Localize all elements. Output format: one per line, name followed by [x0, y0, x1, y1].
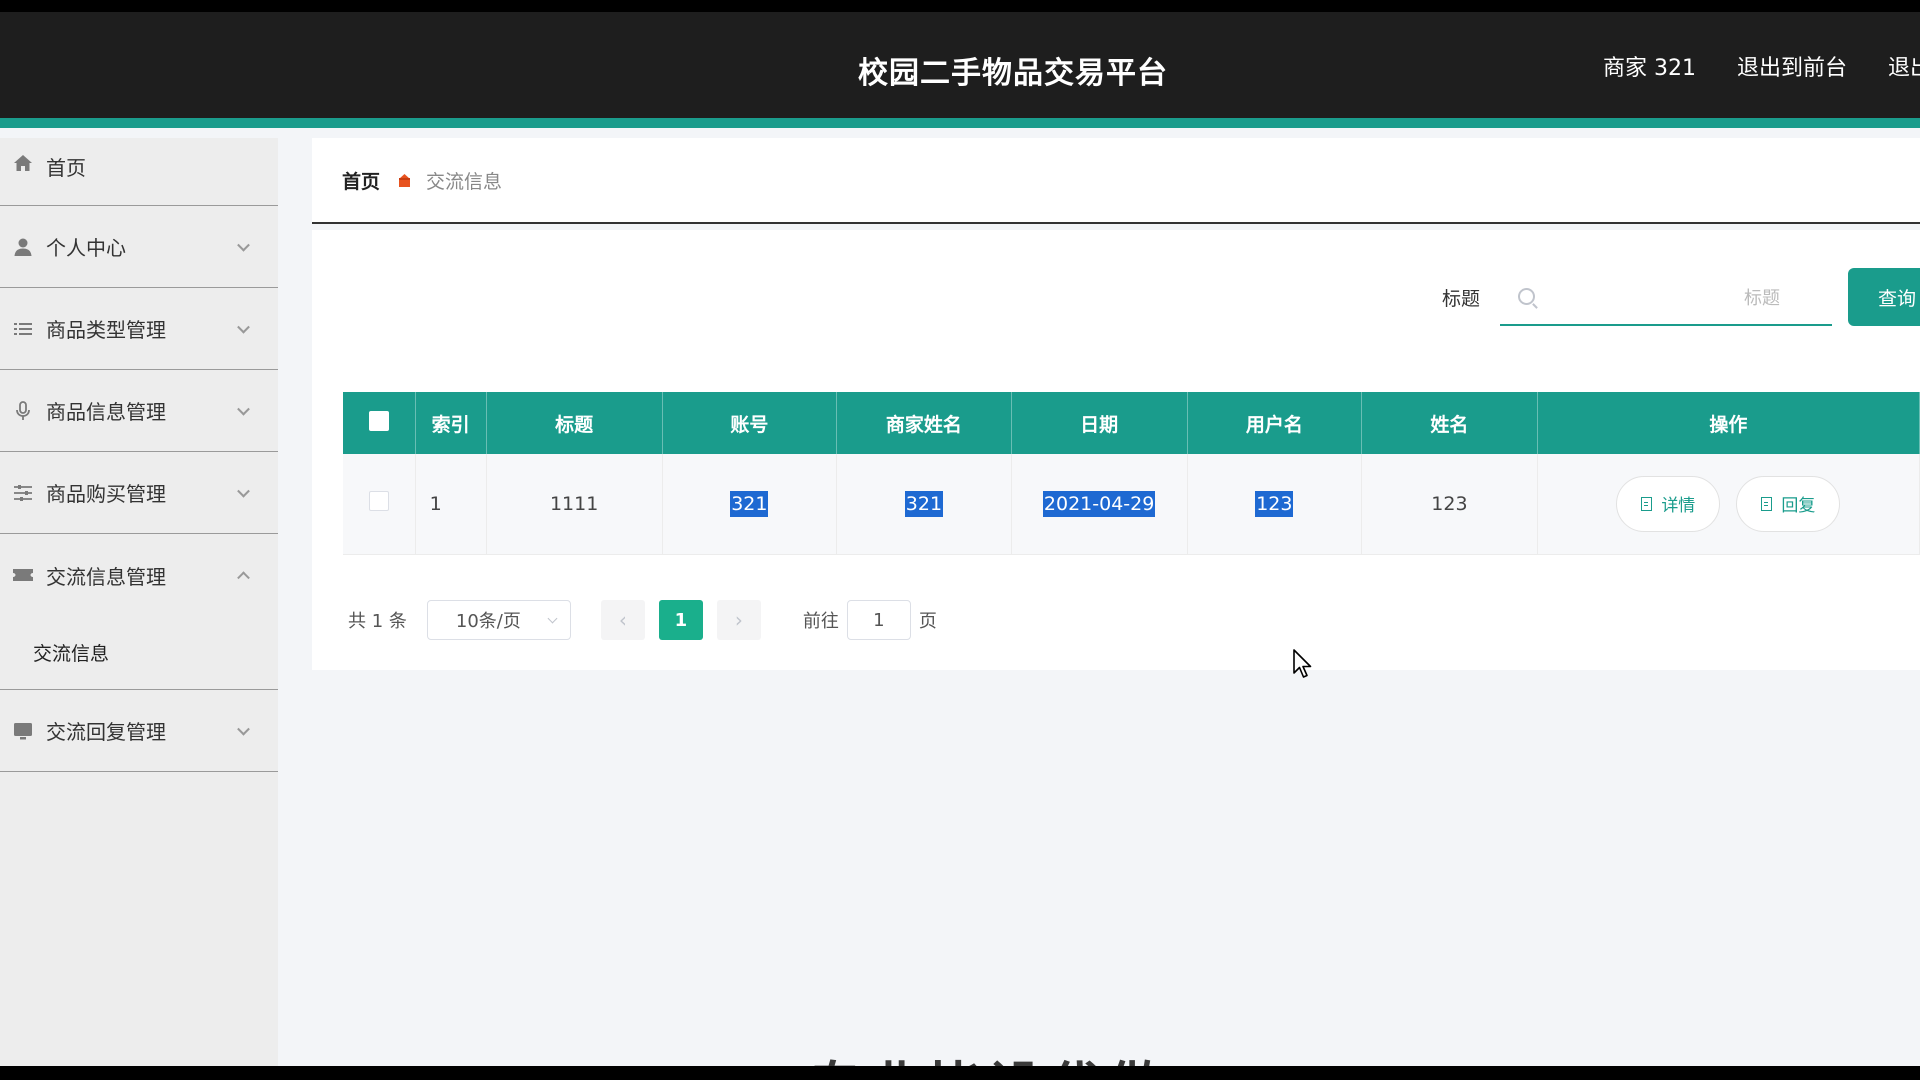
chevron-down-icon	[547, 613, 558, 624]
query-button[interactable]: 查询	[1848, 268, 1920, 326]
chevron-left-icon: ‹	[618, 608, 627, 632]
sidebar-subitem-message-info[interactable]: 交流信息	[0, 616, 278, 690]
select-all-cell	[343, 392, 416, 454]
goto-page-input[interactable]	[846, 600, 911, 640]
current-user-label: 商家 321	[1602, 56, 1696, 81]
table-row: 1 1111 321 321 2021-04-29 123 123 详情 回复	[343, 454, 1920, 555]
sidebar-item-personal-center[interactable]: 个人中心	[0, 206, 278, 288]
goto-unit: 页	[918, 611, 937, 632]
prev-page-button[interactable]: ‹	[600, 600, 645, 640]
breadcrumb: 首页 交流信息	[312, 138, 1920, 224]
sidebar-item-message-management[interactable]: 交流信息管理	[0, 534, 278, 616]
row-select-cell	[343, 454, 416, 555]
selected-text: 2021-04-29	[1042, 490, 1156, 517]
search-label: 标题	[1442, 288, 1481, 310]
page-number-button[interactable]: 1	[658, 600, 703, 640]
sidebar-item-goods-type[interactable]: 商品类型管理	[0, 288, 278, 370]
monitor-icon	[12, 720, 34, 742]
home-icon	[12, 152, 34, 174]
cell-date: 2021-04-29	[1011, 454, 1188, 555]
exit-to-frontend-link[interactable]: 退出到前台	[1737, 56, 1847, 81]
reply-button[interactable]: 回复	[1736, 475, 1841, 532]
cell-actions: 详情 回复	[1537, 454, 1920, 555]
selected-text: 321	[904, 490, 944, 517]
cell-title: 1111	[486, 454, 663, 555]
detail-label: 详情	[1661, 496, 1696, 517]
reply-label: 回复	[1781, 496, 1816, 517]
search-input[interactable]	[1550, 280, 1810, 316]
sidebar-item-reply-management[interactable]: 交流回复管理	[0, 690, 278, 772]
selected-text: 321	[730, 490, 769, 517]
document-icon	[1761, 496, 1773, 511]
search-field	[1500, 270, 1832, 326]
page-size-value: 10条/页	[455, 611, 521, 632]
list-icon	[12, 318, 34, 340]
user-info: 商家 321 退出到前台 退出	[1603, 50, 1920, 82]
sidebar-item-label: 交流回复管理	[46, 720, 166, 744]
header-accent-bar	[0, 118, 1920, 128]
chevron-down-icon	[237, 402, 250, 416]
table-header-row: 索引 标题 账号 商家姓名 日期 用户名 姓名 操作	[343, 392, 1920, 454]
mic-icon	[12, 400, 34, 422]
column-header[interactable]: 日期	[1011, 392, 1188, 454]
cell-name: 123	[1361, 454, 1538, 555]
column-header[interactable]: 索引	[415, 392, 487, 454]
select-all-checkbox[interactable]	[368, 410, 389, 431]
sliders-icon	[12, 482, 34, 504]
column-header[interactable]: 用户名	[1187, 392, 1363, 454]
sidebar-item-goods-info[interactable]: 商品信息管理	[0, 370, 278, 452]
chevron-down-icon	[237, 320, 250, 334]
logout-link[interactable]: 退出	[1888, 56, 1920, 81]
pagination-total: 共 1 条	[348, 611, 407, 632]
document-icon	[1641, 496, 1653, 511]
sidebar-item-label: 商品类型管理	[46, 318, 166, 342]
cell-merchant-name: 321	[836, 454, 1012, 555]
row-checkbox[interactable]	[368, 491, 389, 512]
watermark-text: 专业毕设代做	[808, 1043, 1168, 1066]
message-table: 索引 标题 账号 商家姓名 日期 用户名 姓名 操作 1 1111 321 32…	[343, 392, 1920, 555]
chevron-down-icon	[237, 484, 250, 498]
search-icon	[1518, 288, 1535, 305]
mouse-cursor-icon	[1293, 649, 1312, 678]
chevron-down-icon	[237, 722, 250, 736]
breadcrumb-separator-icon	[396, 172, 412, 188]
sidebar-item-goods-purchase[interactable]: 商品购买管理	[0, 452, 278, 534]
detail-button[interactable]: 详情	[1616, 475, 1721, 532]
breadcrumb-home[interactable]: 首页	[342, 167, 380, 194]
selected-text: 123	[1255, 490, 1294, 517]
chevron-up-icon	[237, 571, 250, 585]
chevron-right-icon: ›	[734, 608, 743, 632]
main-content: 标题 查询 索引 标题 账号 商家姓名 日期 用户名 姓名 操作	[312, 230, 1920, 670]
sidebar-item-label: 首页	[46, 156, 86, 180]
cell-index: 1	[415, 454, 487, 555]
cell-username: 123	[1187, 454, 1363, 555]
sidebar-item-home[interactable]: 首页	[0, 138, 278, 206]
column-header: 操作	[1537, 392, 1920, 454]
chevron-down-icon	[237, 238, 250, 252]
sidebar-item-label: 商品信息管理	[46, 400, 166, 424]
column-header[interactable]: 账号	[662, 392, 838, 454]
page-size-select[interactable]: 10条/页	[426, 600, 571, 640]
sidebar-item-label: 商品购买管理	[46, 482, 166, 506]
user-icon	[12, 236, 34, 258]
breadcrumb-current: 交流信息	[426, 170, 503, 193]
column-header[interactable]: 商家姓名	[836, 392, 1012, 454]
top-header: 校园二手物品交易平台 商家 321 退出到前台 退出	[0, 12, 1920, 128]
next-page-button[interactable]: ›	[716, 600, 761, 640]
goto-label: 前往	[802, 611, 839, 632]
column-header[interactable]: 姓名	[1361, 392, 1538, 454]
sidebar-item-label: 个人中心	[46, 236, 126, 260]
ticket-icon	[12, 564, 34, 586]
cell-account: 321	[662, 454, 838, 555]
pagination: 共 1 条 10条/页 ‹ 1 › 前往 页	[348, 600, 937, 640]
sidebar: 首页 个人中心 商品类型管理 商品信息管理 商品购买管理 交流信息管理 交流信息…	[0, 138, 278, 1066]
column-header[interactable]: 标题	[486, 392, 663, 454]
sidebar-item-label: 交流信息管理	[46, 564, 166, 589]
